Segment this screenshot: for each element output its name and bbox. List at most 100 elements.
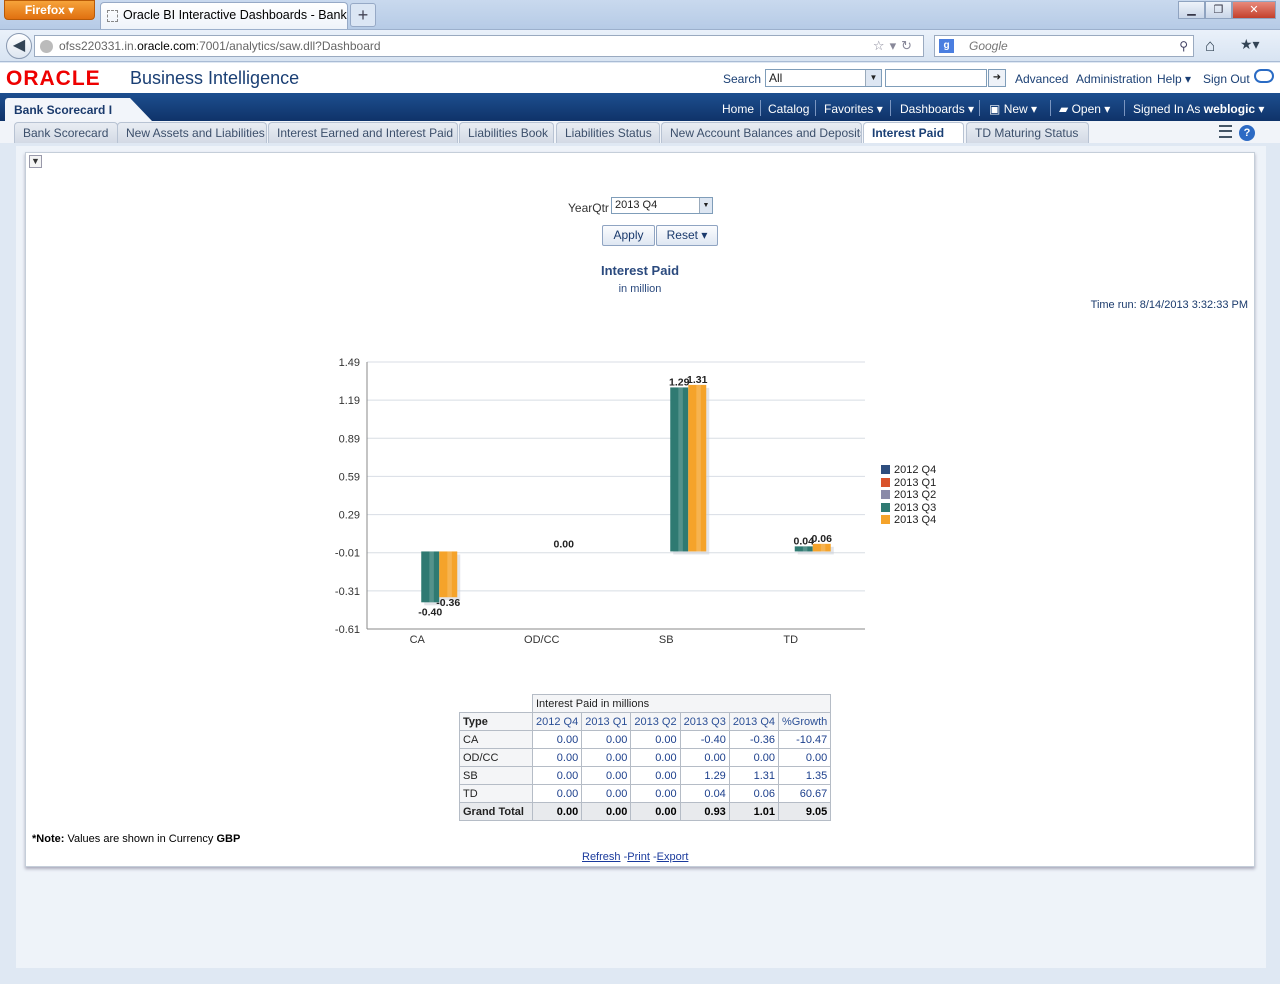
y-tick-label: 1.49 xyxy=(339,357,360,369)
currency-note: *Note: Values are shown in Currency GBP xyxy=(32,833,241,845)
page-options-icon[interactable] xyxy=(1219,125,1232,138)
help-icon[interactable]: ? xyxy=(1239,125,1255,141)
y-tick-label: 0.29 xyxy=(339,510,360,522)
table-cell: 0.00 xyxy=(630,748,681,767)
home-icon[interactable]: ⌂ xyxy=(1205,36,1215,56)
browser-titlebar: Firefox ▾ Oracle BI Interactive Dashboar… xyxy=(0,0,1280,30)
column-header[interactable]: 2013 Q2 xyxy=(630,712,681,731)
legend-item: 2013 Q4 xyxy=(881,514,936,527)
table-row: SB 0.00 0.00 0.00 1.29 1.31 1.35 xyxy=(459,766,832,785)
browser-tab[interactable]: Oracle BI Interactive Dashboards - Bank … xyxy=(100,2,348,29)
column-header[interactable]: %Growth xyxy=(778,712,832,731)
table-cell: 0.00 xyxy=(581,730,632,749)
y-tick-label: 0.59 xyxy=(339,471,360,483)
table-cell: 60.67 xyxy=(778,784,832,803)
tab-td-maturing-status[interactable]: TD Maturing Status xyxy=(966,122,1089,143)
back-arrow-icon[interactable]: ◀ xyxy=(6,33,32,59)
chart-subtitle: in million xyxy=(618,283,662,295)
dashboard-bar: Bank Scorecard I Home Catalog Favorites … xyxy=(0,93,1280,121)
column-header[interactable]: 2013 Q3 xyxy=(679,712,730,731)
tab-liabilities-status[interactable]: Liabilities Status xyxy=(556,122,660,143)
tab-interest-paid[interactable]: Interest Paid xyxy=(863,122,964,143)
report-links: Refresh -Print -Export xyxy=(582,851,689,863)
close-icon[interactable]: ✕ xyxy=(1232,1,1276,19)
data-label: 0.06 xyxy=(812,533,833,545)
bar-highlight xyxy=(820,543,826,552)
google-icon[interactable]: g xyxy=(939,39,954,53)
grand-total-row: Grand Total 0.00 0.00 0.00 0.93 1.01 9.0… xyxy=(459,802,832,821)
tab-new-assets-liabilities[interactable]: New Assets and Liabilities xyxy=(117,122,267,143)
catalog-search-input[interactable] xyxy=(885,69,987,87)
page-icon xyxy=(107,10,118,22)
signed-in-menu[interactable]: Signed In As weblogic ▾ xyxy=(1133,102,1264,116)
web-search-input[interactable]: g Google ⚲ xyxy=(934,35,1194,57)
export-link[interactable]: Export xyxy=(657,851,689,863)
tab-interest-earned-paid[interactable]: Interest Earned and Interest Paid xyxy=(268,122,458,143)
url-actions[interactable]: ☆▾↻ xyxy=(873,36,917,56)
oracle-logo: ORACLE xyxy=(6,67,101,90)
sign-out-link[interactable]: Sign Out xyxy=(1203,72,1250,86)
minimize-icon[interactable]: ▁ xyxy=(1178,1,1205,19)
restore-icon[interactable]: ❐ xyxy=(1205,1,1232,19)
column-header[interactable]: 2012 Q4 xyxy=(531,712,583,731)
reset-button[interactable]: Reset ▾ xyxy=(656,225,718,246)
table-row: TD 0.00 0.00 0.00 0.04 0.06 60.67 xyxy=(459,784,832,803)
table-row: CA 0.00 0.00 0.00 -0.40 -0.36 -10.47 xyxy=(459,730,832,749)
dashboards-menu[interactable]: Dashboards ▾ xyxy=(900,102,974,116)
legend-item: 2013 Q1 xyxy=(881,477,936,490)
table-cell: 9.05 xyxy=(778,802,832,821)
search-icon[interactable]: ⚲ xyxy=(1179,36,1188,56)
search-scope-select[interactable]: All ▼ xyxy=(765,69,882,87)
tab-liabilities-book[interactable]: Liabilities Book xyxy=(459,122,554,143)
bookmarks-icon[interactable]: ★▾ xyxy=(1240,36,1260,53)
firefox-menu-button[interactable]: Firefox ▾ xyxy=(4,0,95,20)
table-cell: 0.00 xyxy=(728,748,780,767)
open-menu[interactable]: ▰ Open ▾ xyxy=(1059,102,1110,116)
table-cell: 0.00 xyxy=(778,748,832,767)
power-icon[interactable] xyxy=(1254,69,1274,83)
y-tick-label: -0.31 xyxy=(335,586,360,598)
bar-highlight xyxy=(678,387,683,552)
column-header[interactable]: 2013 Q4 xyxy=(728,712,780,731)
yearqtr-select[interactable]: 2013 Q4 ▼ xyxy=(611,197,713,214)
home-link[interactable]: Home xyxy=(722,102,754,116)
tab-bank-scorecard[interactable]: Bank Scorecard xyxy=(14,122,118,143)
help-menu[interactable]: Help ▾ xyxy=(1157,72,1191,86)
table-cell: 1.35 xyxy=(778,766,832,785)
search-label: Search xyxy=(723,72,762,86)
legend-label: 2012 Q4 xyxy=(894,464,937,476)
table-cell: 0.00 xyxy=(581,766,632,785)
column-header[interactable]: 2013 Q1 xyxy=(581,712,632,731)
url-bar[interactable]: ofss220331.in.oracle.com:7001/analytics/… xyxy=(34,35,924,57)
refresh-link[interactable]: Refresh xyxy=(582,851,621,863)
legend-swatch xyxy=(881,465,890,474)
table-cell: 0.00 xyxy=(531,730,583,749)
table-cell: 0.00 xyxy=(679,748,730,767)
table-cell: -0.40 xyxy=(679,730,730,749)
globe-icon xyxy=(40,40,53,53)
legend-label: 2013 Q4 xyxy=(894,514,937,526)
collapse-icon[interactable]: ▼ xyxy=(29,155,42,168)
chevron-down-icon: ▼ xyxy=(699,198,712,213)
window-controls: ▁ ❐ ✕ xyxy=(1178,1,1276,19)
data-label: -0.36 xyxy=(436,597,460,609)
new-tab-button[interactable]: + xyxy=(350,3,376,27)
administration-link[interactable]: Administration xyxy=(1076,72,1152,86)
bar-highlight xyxy=(447,551,452,598)
table-cell: 0.93 xyxy=(679,802,730,821)
table-cell: 1.31 xyxy=(728,766,780,785)
legend-item: 2012 Q4 xyxy=(881,464,936,477)
favorites-menu[interactable]: Favorites ▾ xyxy=(824,102,883,116)
advanced-link[interactable]: Advanced xyxy=(1015,72,1068,86)
apply-button[interactable]: Apply xyxy=(602,225,655,246)
catalog-link[interactable]: Catalog xyxy=(768,102,809,116)
chevron-down-icon: ▼ xyxy=(865,70,881,86)
prompt-label: YearQtr xyxy=(568,201,609,215)
pivot-table: Interest Paid in millions Type 2012 Q4 2… xyxy=(459,694,832,821)
new-menu[interactable]: ▣ New ▾ xyxy=(989,102,1037,116)
type-header: Type xyxy=(459,712,533,731)
chart-title: Interest Paid xyxy=(600,263,680,278)
search-go-button[interactable]: ➜ xyxy=(988,69,1006,87)
print-link[interactable]: Print xyxy=(627,851,650,863)
tab-new-account-balances[interactable]: New Account Balances and Deposits xyxy=(661,122,862,143)
